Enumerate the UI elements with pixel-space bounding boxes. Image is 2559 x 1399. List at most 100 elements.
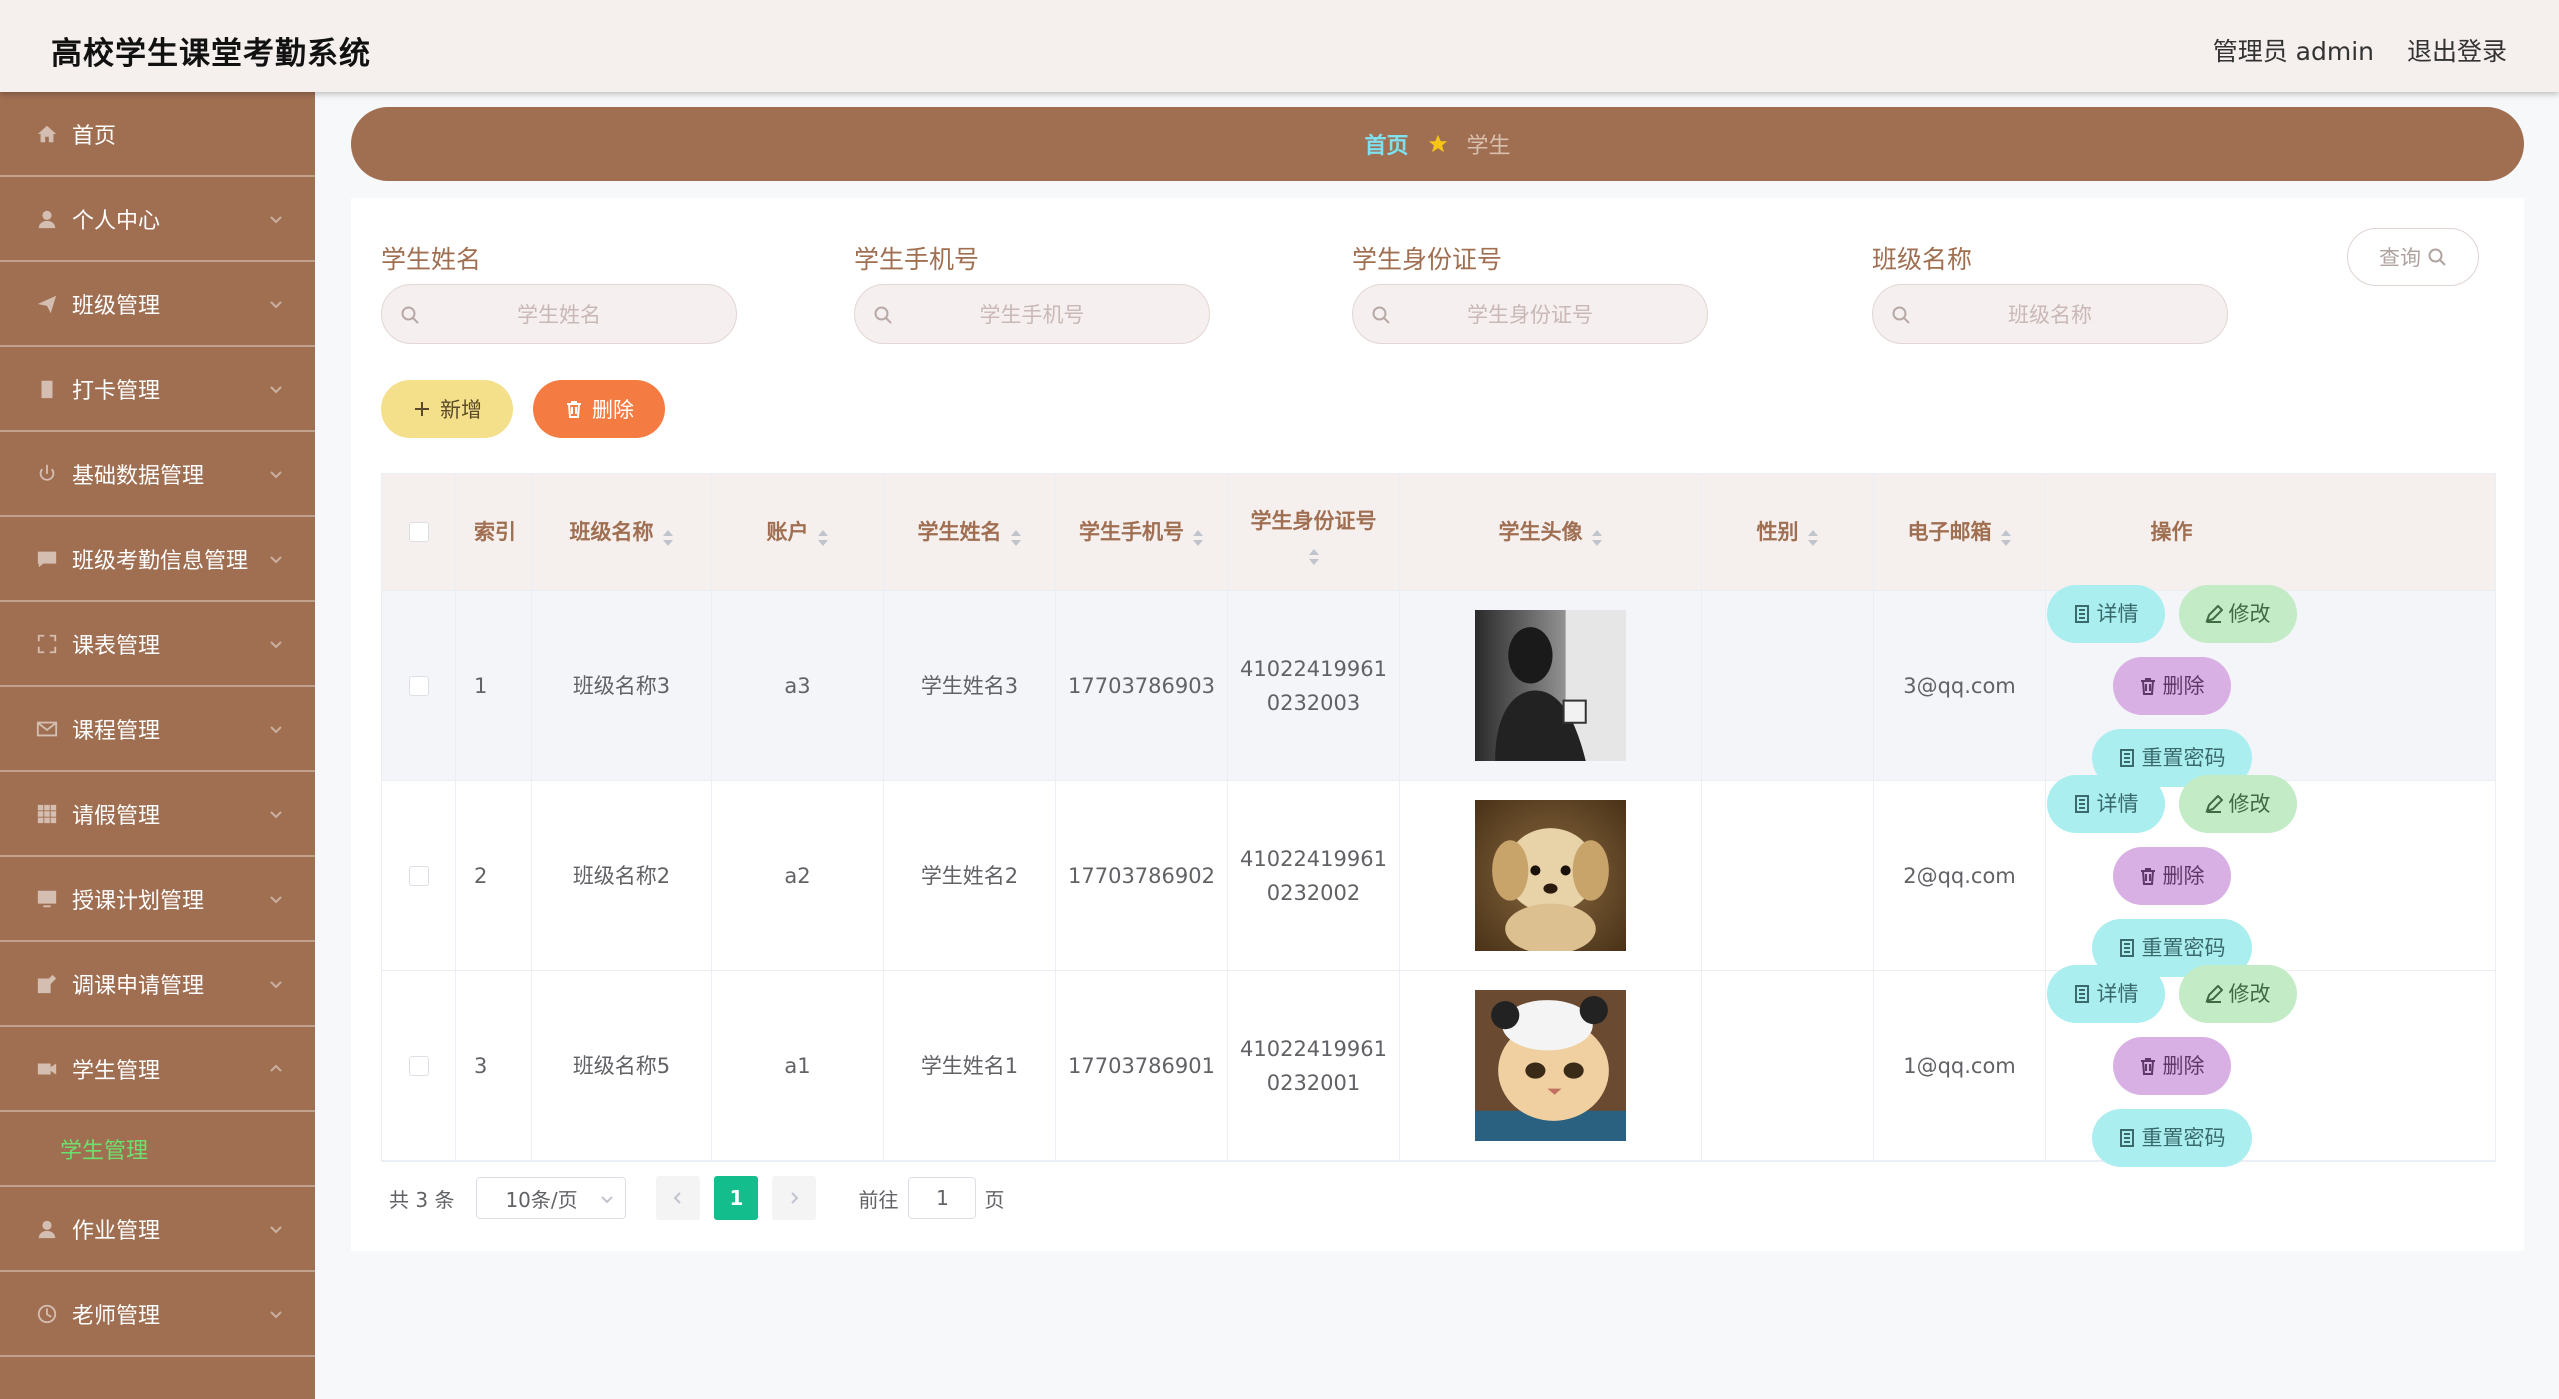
sort-icon[interactable] — [817, 523, 829, 546]
sort-icon[interactable] — [1308, 542, 1320, 565]
page-size-value: 10条/页 — [505, 1187, 578, 1212]
th-class[interactable]: 班级名称 — [532, 474, 712, 590]
idcard-line: 0232003 — [1266, 690, 1361, 715]
th-avatar[interactable]: 学生头像 — [1400, 474, 1702, 590]
search-icon — [1371, 305, 1391, 325]
sort-icon[interactable] — [1591, 523, 1603, 546]
detail-button[interactable]: 详情 — [2046, 774, 2165, 833]
th-phone[interactable]: 学生手机号 — [1056, 474, 1228, 590]
student-name-input[interactable]: 学生姓名 — [381, 284, 737, 344]
sidebar-item-course[interactable]: 课程管理 — [0, 687, 315, 772]
select-all-checkbox[interactable] — [408, 522, 429, 542]
sidebar-item-label: 请假管理 — [72, 803, 161, 829]
sort-icon[interactable] — [1807, 523, 1819, 546]
sidebar-item-label: 班级考勤信息管理 — [72, 548, 249, 574]
edit-button[interactable]: 修改 — [2178, 964, 2297, 1023]
delete-button[interactable]: 删除 — [2112, 846, 2231, 905]
add-button[interactable]: 新增 — [381, 380, 513, 438]
query-button[interactable]: 查询 — [2347, 228, 2479, 286]
sidebar-item-personal-center[interactable]: 个人中心 — [0, 177, 315, 262]
sort-icon[interactable] — [1192, 523, 1204, 546]
detail-button[interactable]: 详情 — [2046, 964, 2165, 1023]
cell-name: 学生姓名2 — [884, 781, 1056, 970]
goto-label: 前往 — [858, 1187, 899, 1212]
edit-button[interactable]: 修改 — [2178, 584, 2297, 643]
sidebar-item-class[interactable]: 班级管理 — [0, 262, 315, 347]
fullscreen-icon — [36, 633, 58, 655]
user-icon — [36, 208, 58, 230]
document-icon — [2074, 604, 2089, 623]
sidebar-item-label: 授课计划管理 — [72, 888, 205, 914]
chevron-up-icon — [269, 1057, 283, 1072]
delete-button[interactable]: 删除 — [2112, 656, 2231, 715]
sidebar-item-course-change[interactable]: 调课申请管理 — [0, 942, 315, 1027]
sidebar-item-checkin[interactable]: 打卡管理 — [0, 347, 315, 432]
sidebar-item-home[interactable]: 首页 — [0, 92, 315, 177]
th-label: 班级名称 — [569, 520, 654, 544]
student-idcard-input[interactable]: 学生身份证号 — [1352, 284, 1708, 344]
sidebar-item-leave[interactable]: 请假管理 — [0, 772, 315, 857]
batch-delete-button[interactable]: 删除 — [533, 380, 665, 438]
idcard-line: 0232001 — [1266, 1070, 1361, 1095]
delete-button[interactable]: 删除 — [2112, 1036, 2231, 1095]
idcard-line: 41022419961 — [1240, 1036, 1387, 1061]
idcard-wrap: 41022419961 0232003 — [1240, 652, 1387, 720]
logout-link[interactable]: 退出登录 — [2407, 32, 2507, 68]
pagination: 共 3 条 10条/页 1 前往 1 页 — [389, 1176, 1004, 1220]
sidebar-item-teaching-plan[interactable]: 授课计划管理 — [0, 857, 315, 942]
input-placeholder: 学生身份证号 — [1467, 303, 1593, 327]
row-checkbox[interactable] — [408, 1055, 429, 1076]
sidebar-item-homework[interactable]: 作业管理 — [0, 1187, 315, 1272]
th-account[interactable]: 账户 — [712, 474, 884, 590]
sidebar-item-teacher[interactable]: 老师管理 — [0, 1272, 315, 1357]
table-header: 索引 班级名称 账户 学生姓名 学生手机号 学生身份证号 学生头像 性别 电子邮… — [382, 474, 2495, 591]
page-size-select[interactable]: 10条/页 — [476, 1177, 627, 1219]
chevron-left-icon — [674, 1192, 682, 1204]
student-avatar[interactable] — [1475, 610, 1626, 761]
main-panel: 学生姓名 学生姓名 学生手机号 学生手机号 学生身份证号 学生身份证号 班级名称… — [351, 198, 2524, 1251]
breadcrumb-home[interactable]: 首页 — [1364, 128, 1408, 160]
th-email[interactable]: 电子邮箱 — [1874, 474, 2046, 590]
student-avatar[interactable] — [1475, 990, 1626, 1141]
current-user: 管理员 admin — [2212, 37, 2374, 66]
cell-class: 班级名称3 — [532, 591, 712, 780]
detail-label: 详情 — [2096, 601, 2139, 626]
clock-icon — [36, 1303, 58, 1325]
sort-icon[interactable] — [1010, 523, 1022, 546]
reset-password-button[interactable]: 重置密码 — [2091, 1108, 2252, 1167]
cell-idcard: 41022419961 0232002 — [1228, 781, 1400, 970]
cell-index: 2 — [456, 781, 532, 970]
detail-button[interactable]: 详情 — [2046, 584, 2165, 643]
sort-icon[interactable] — [662, 523, 674, 546]
submenu-student-management[interactable]: 学生管理 — [0, 1112, 315, 1187]
th-gender[interactable]: 性别 — [1702, 474, 1874, 590]
class-name-input[interactable]: 班级名称 — [1872, 284, 2228, 344]
add-label: 新增 — [440, 398, 482, 422]
chevron-down-icon — [269, 377, 283, 394]
row-checkbox[interactable] — [408, 675, 429, 696]
th-idcard[interactable]: 学生身份证号 — [1228, 474, 1400, 590]
prev-page-button[interactable] — [656, 1176, 701, 1220]
input-placeholder: 学生姓名 — [517, 303, 601, 327]
next-page-button[interactable] — [772, 1176, 817, 1220]
student-avatar[interactable] — [1475, 800, 1626, 951]
th-name[interactable]: 学生姓名 — [884, 474, 1056, 590]
edit-button[interactable]: 修改 — [2178, 774, 2297, 833]
goto-page-input[interactable]: 1 — [908, 1177, 977, 1219]
sidebar-item-class-attendance[interactable]: 班级考勤信息管理 — [0, 517, 315, 602]
sort-icon[interactable] — [2000, 523, 2012, 546]
row-checkbox[interactable] — [408, 865, 429, 886]
chevron-down-icon — [269, 632, 283, 649]
page-number-current[interactable]: 1 — [714, 1176, 759, 1220]
sidebar-item-timetable[interactable]: 课表管理 — [0, 602, 315, 687]
student-phone-input[interactable]: 学生手机号 — [854, 284, 1210, 344]
grid-icon — [36, 803, 58, 825]
sidebar-item-basic-data[interactable]: 基础数据管理 — [0, 432, 315, 517]
row-select-cell — [382, 781, 456, 970]
monitor-icon — [36, 888, 58, 910]
chevron-down-icon — [269, 462, 283, 479]
edit-label: 修改 — [2228, 791, 2271, 816]
cell-phone: 17703786902 — [1056, 781, 1228, 970]
sidebar-item-student[interactable]: 学生管理 — [0, 1027, 315, 1112]
chevron-down-icon — [269, 207, 283, 224]
